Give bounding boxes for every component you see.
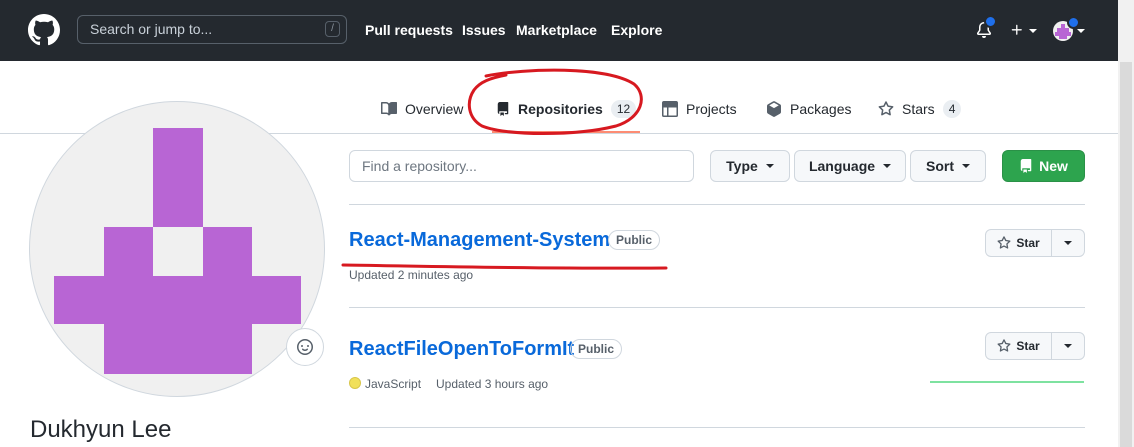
nav-issues[interactable]: Issues <box>462 22 506 38</box>
star-label: Star <box>1016 339 1040 353</box>
chevron-down-icon <box>765 164 774 168</box>
repo-link[interactable]: ReactFileOpenToFormIt <box>349 338 574 361</box>
list-divider <box>349 427 1085 428</box>
github-logo-icon[interactable] <box>28 14 60 46</box>
find-repository-input[interactable]: Find a repository... <box>349 150 694 182</box>
find-repository-placeholder: Find a repository... <box>362 158 477 174</box>
star-icon <box>997 236 1011 249</box>
star-button[interactable]: Star <box>985 332 1052 360</box>
identicon-image <box>54 128 301 374</box>
status-indicator <box>1067 16 1080 29</box>
tab-label: Stars <box>902 101 935 117</box>
star-button-group: Star <box>985 332 1086 360</box>
type-filter-button[interactable]: Type <box>710 150 790 182</box>
repo-language: JavaScript <box>365 377 422 391</box>
table-icon <box>662 101 678 117</box>
star-icon <box>878 101 894 116</box>
type-filter-label: Type <box>726 158 758 174</box>
repositories-count-badge: 12 <box>610 100 637 118</box>
book-icon <box>381 101 397 116</box>
nav-pull-requests[interactable]: Pull requests <box>365 22 453 38</box>
visibility-badge: Public <box>608 230 661 250</box>
tab-repositories[interactable]: Repositories 12 <box>496 99 637 119</box>
profile-full-name: Dukhyun Lee <box>30 416 172 443</box>
scrollbar-thumb[interactable] <box>1120 62 1132 447</box>
tab-label: Packages <box>790 101 852 117</box>
package-icon <box>767 101 781 117</box>
nav-explore[interactable]: Explore <box>611 22 662 38</box>
repo-updated-time: Updated 2 minutes ago <box>349 268 474 282</box>
language-filter-label: Language <box>808 158 876 174</box>
repo-icon <box>1020 159 1032 173</box>
chevron-down-icon <box>1077 29 1085 33</box>
plus-icon[interactable] <box>1010 23 1024 37</box>
tab-stars[interactable]: Stars 4 <box>878 99 962 119</box>
visibility-badge: Public <box>570 339 623 359</box>
list-divider <box>349 204 1085 205</box>
search-input[interactable]: Search or jump to... / <box>77 15 347 44</box>
search-placeholder: Search or jump to... <box>90 21 213 37</box>
notification-indicator <box>984 15 997 28</box>
tab-projects[interactable]: Projects <box>662 99 737 119</box>
tab-label: Repositories <box>518 101 603 117</box>
new-button-label: New <box>1039 158 1068 174</box>
star-label: Star <box>1016 236 1040 250</box>
sort-label: Sort <box>926 158 954 174</box>
stars-count-badge: 4 <box>942 100 962 118</box>
tab-label: Projects <box>686 101 737 117</box>
chevron-down-icon <box>1064 241 1072 245</box>
chevron-down-icon <box>1064 344 1072 348</box>
star-list-dropdown[interactable] <box>1051 332 1085 360</box>
star-button-group: Star <box>985 229 1086 257</box>
smiley-icon <box>297 339 313 355</box>
set-status-button[interactable] <box>286 328 324 366</box>
profile-avatar[interactable] <box>29 101 325 397</box>
repo-icon <box>497 102 509 116</box>
nav-marketplace[interactable]: Marketplace <box>516 22 597 38</box>
repo-link[interactable]: React-Management-System <box>349 229 610 252</box>
activity-sparkline <box>930 381 1084 383</box>
star-icon <box>997 339 1011 352</box>
star-list-dropdown[interactable] <box>1051 229 1085 257</box>
global-header: Search or jump to... / Pull requests Iss… <box>0 0 1118 61</box>
chevron-down-icon <box>1029 29 1037 33</box>
language-filter-button[interactable]: Language <box>794 150 906 182</box>
star-button[interactable]: Star <box>985 229 1052 257</box>
chevron-down-icon <box>883 164 892 168</box>
repo-updated-time: Updated 3 hours ago <box>436 377 549 391</box>
search-shortcut-hint: / <box>325 21 340 37</box>
language-color-dot <box>349 377 361 389</box>
sort-button[interactable]: Sort <box>910 150 986 182</box>
tab-label: Overview <box>405 101 464 117</box>
new-repository-button[interactable]: New <box>1002 150 1085 182</box>
list-divider <box>349 307 1085 308</box>
chevron-down-icon <box>962 164 970 168</box>
tab-packages[interactable]: Packages <box>766 99 851 119</box>
tab-overview[interactable]: Overview <box>381 99 463 119</box>
